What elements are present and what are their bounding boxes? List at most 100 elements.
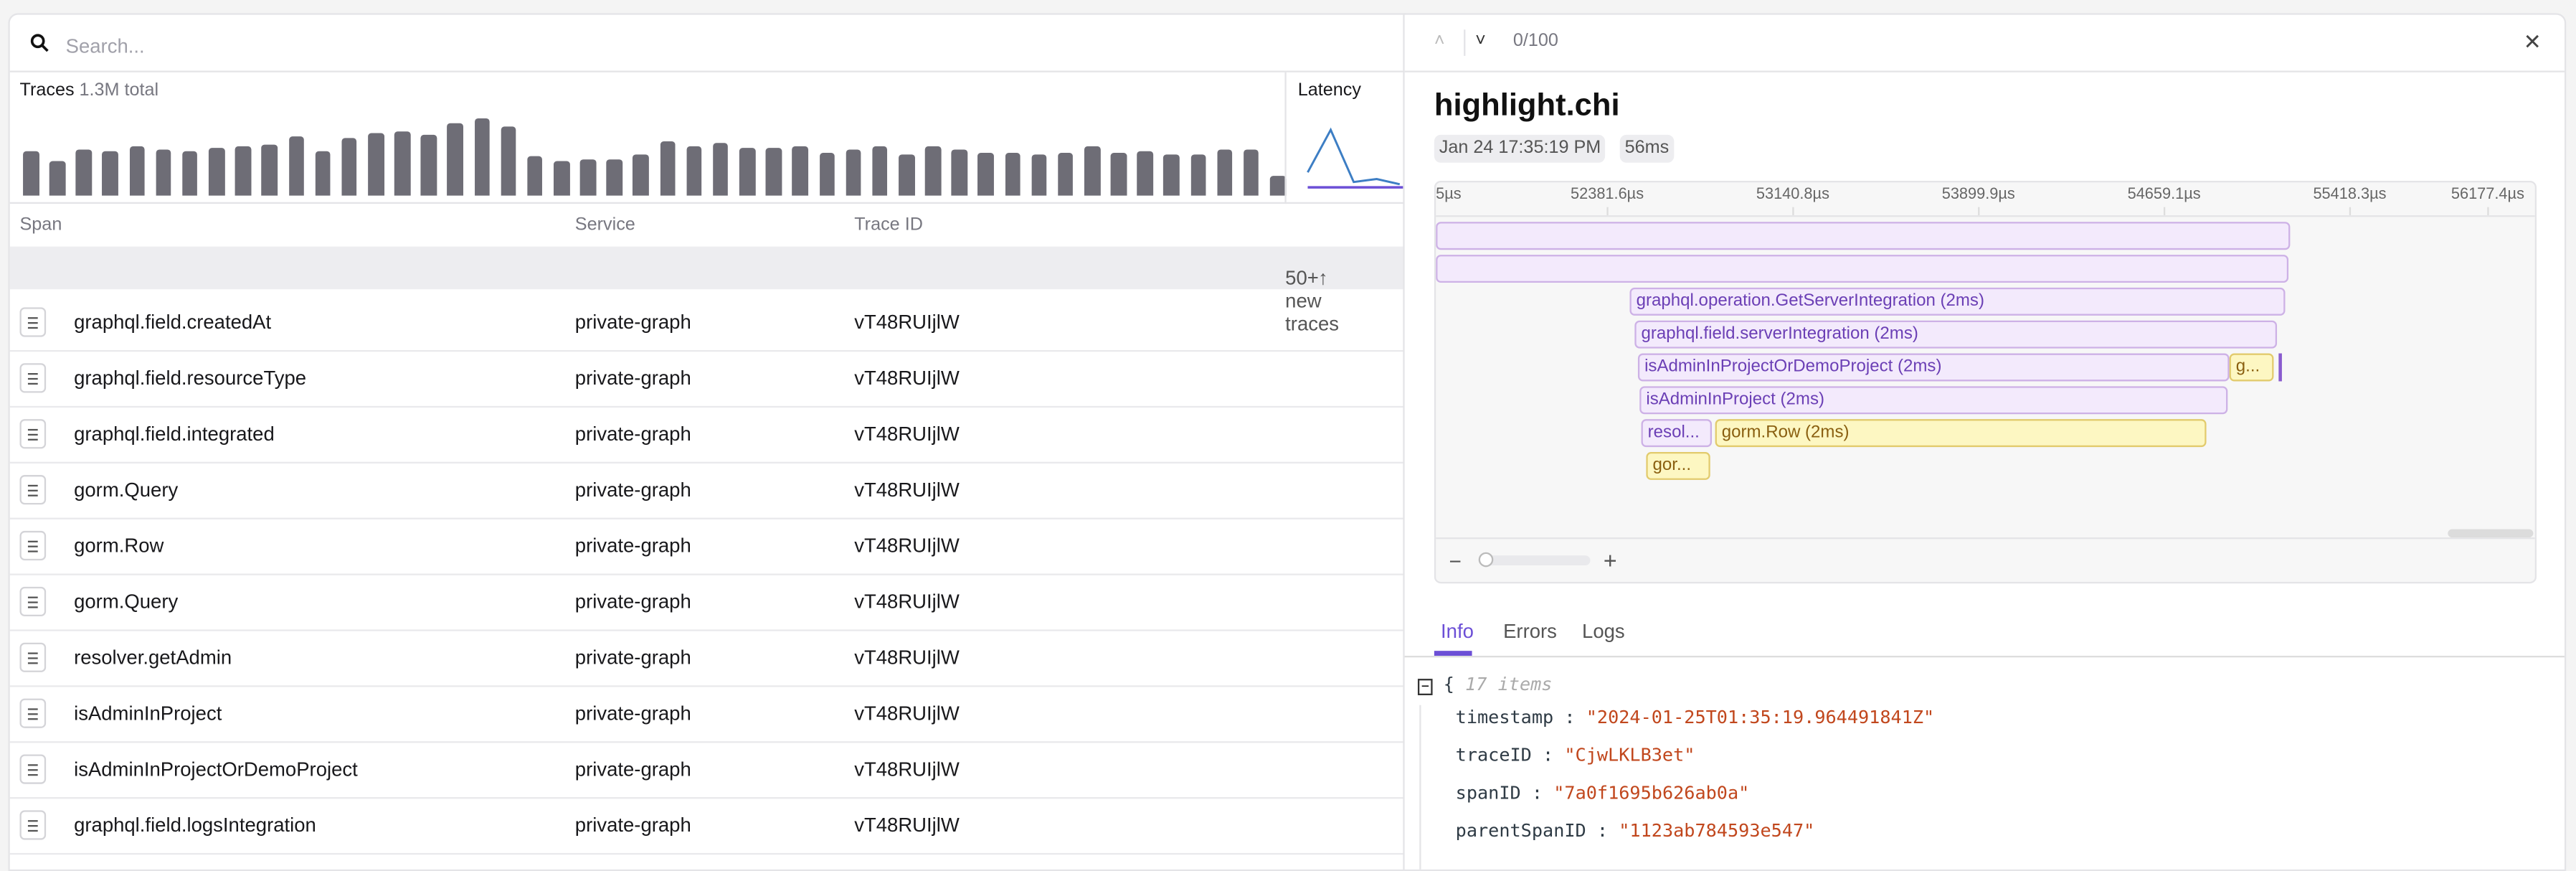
histogram-bar[interactable] [129, 146, 145, 195]
search-input[interactable] [62, 29, 1219, 62]
histogram-bar[interactable] [1244, 149, 1259, 196]
span-details-icon[interactable] [19, 699, 46, 728]
histogram-bar[interactable] [1137, 151, 1153, 195]
tab-logs[interactable]: Logs [1582, 620, 1625, 643]
histogram-bar[interactable] [846, 150, 861, 196]
histogram-bar[interactable] [899, 154, 914, 196]
histogram-bar[interactable] [686, 146, 702, 196]
latency-chart[interactable] [1298, 107, 1405, 199]
histogram-bar[interactable] [315, 151, 331, 195]
span-details-icon[interactable] [19, 754, 46, 783]
trace-span[interactable]: isAdminInProject (2ms) [1639, 386, 2227, 414]
json-value[interactable]: "7a0f1695b626ab0a" [1553, 782, 1749, 804]
table-row[interactable]: graphql.field.createdAtprivate-graphvT48… [10, 294, 1405, 352]
histogram-bar[interactable] [288, 136, 304, 196]
table-row[interactable]: graphql.field.integratedprivate-graphvT4… [10, 406, 1405, 463]
zoom-in-icon[interactable]: + [1604, 547, 1617, 574]
histogram-bar[interactable] [448, 123, 463, 196]
zoom-out-icon[interactable]: − [1449, 549, 1461, 573]
histogram-bar[interactable] [1005, 153, 1021, 196]
trace-span[interactable]: graphql.field.serverIntegration (2ms) [1634, 321, 2277, 349]
trace-span[interactable]: g... [2230, 354, 2274, 382]
histogram-bar[interactable] [739, 148, 755, 195]
table-row[interactable]: graphql.field.logsIntegrationprivate-gra… [10, 797, 1405, 854]
span-details-icon[interactable] [19, 531, 46, 560]
histogram-bar[interactable] [580, 160, 596, 196]
histogram-bar[interactable] [474, 118, 490, 196]
histogram-bar[interactable] [607, 159, 622, 196]
histogram-bar[interactable] [23, 151, 39, 195]
histogram-bar[interactable] [1164, 154, 1180, 196]
histogram-bar[interactable] [766, 149, 782, 196]
tab-info[interactable]: Info [1441, 620, 1474, 643]
json-value[interactable]: "CjwLKLB3et" [1564, 745, 1695, 766]
trace-span[interactable] [1436, 255, 2288, 283]
collapse-icon[interactable]: − [1418, 679, 1433, 695]
histogram-bar[interactable] [501, 127, 516, 196]
chevron-down-icon[interactable]: ˅ [1475, 32, 1486, 51]
histogram-bar[interactable] [421, 135, 437, 195]
histogram-bar[interactable] [1031, 154, 1047, 195]
table-row[interactable]: gorm.Queryprivate-graphvT48RUIjlW [10, 462, 1405, 519]
table-row[interactable]: resolver.getAdminprivate-graphvT48RUIjlW [10, 629, 1405, 687]
histogram-bar[interactable] [792, 146, 808, 196]
zoom-slider[interactable] [1479, 555, 1591, 565]
histogram-bar[interactable] [103, 151, 118, 196]
span-details-icon[interactable] [19, 475, 46, 504]
histogram-bar[interactable] [209, 147, 224, 195]
zoom-slider-handle[interactable] [1479, 552, 1494, 568]
histogram-bar[interactable] [952, 149, 967, 196]
histogram-bar[interactable] [1058, 154, 1074, 196]
histogram-bar[interactable] [368, 133, 384, 195]
histogram-bar[interactable] [49, 160, 65, 195]
histogram-bar[interactable] [235, 146, 251, 195]
table-row[interactable]: graphql.field.resourceTypeprivate-graphv… [10, 350, 1405, 408]
histogram-bar[interactable] [660, 141, 676, 196]
column-header-trace-id[interactable]: Trace ID [854, 215, 923, 235]
span-details-icon[interactable] [19, 307, 46, 336]
column-header-span[interactable]: Span [19, 215, 62, 235]
histogram-bar[interactable] [76, 149, 92, 196]
new-traces-banner[interactable]: ↑ 50+ new traces [10, 247, 1405, 290]
histogram-bar[interactable] [1270, 176, 1286, 196]
trace-span[interactable]: graphql.operation.GetServerIntegration (… [1629, 288, 2285, 316]
column-header-service[interactable]: Service [575, 215, 635, 235]
histogram-bar[interactable] [156, 149, 171, 196]
table-row[interactable]: gorm.Rowprivate-graphvT48RUIjlW [10, 518, 1405, 575]
trace-span[interactable]: gor... [1646, 452, 1710, 480]
table-row[interactable]: isAdminInProjectOrDemoProjectprivate-gra… [10, 741, 1405, 799]
histogram-bar[interactable] [1111, 152, 1127, 195]
histogram-bar[interactable] [633, 154, 649, 196]
span-details-icon[interactable] [19, 587, 46, 616]
span-details-icon[interactable] [19, 643, 46, 672]
trace-span[interactable]: resol... [1642, 419, 1713, 447]
span-details-icon[interactable] [19, 419, 46, 448]
histogram-bar[interactable] [925, 146, 941, 196]
histogram-bar[interactable] [1190, 155, 1206, 196]
json-value[interactable]: "2024-01-25T01:35:19.964491841Z" [1586, 707, 1934, 728]
chevron-up-icon[interactable]: ˄ [1434, 32, 1445, 51]
histogram-bar[interactable] [1217, 150, 1233, 196]
trace-span[interactable]: gorm.Row (2ms) [1715, 419, 2207, 447]
histogram-bar[interactable] [872, 146, 888, 196]
table-row[interactable]: gorm.Queryprivate-graphvT48RUIjlW [10, 573, 1405, 631]
close-icon[interactable]: ✕ [2524, 29, 2542, 56]
histogram-bar[interactable] [819, 152, 835, 195]
span-details-icon[interactable] [19, 810, 46, 839]
histogram-bar[interactable] [394, 131, 410, 196]
histogram-bar[interactable] [341, 138, 357, 195]
histogram-bar[interactable] [182, 151, 198, 195]
trace-span-marker[interactable] [2278, 354, 2282, 382]
histogram-bar[interactable] [713, 143, 729, 196]
traces-histogram[interactable] [10, 107, 1285, 196]
horizontal-scrollbar[interactable] [2448, 529, 2533, 537]
table-row[interactable]: isAdminInProjectprivate-graphvT48RUIjlW [10, 685, 1405, 743]
span-details-icon[interactable] [19, 363, 46, 392]
trace-span[interactable] [1436, 222, 2290, 250]
histogram-bar[interactable] [262, 144, 278, 196]
histogram-bar[interactable] [554, 161, 569, 196]
histogram-bar[interactable] [527, 156, 543, 195]
histogram-bar[interactable] [1084, 146, 1100, 196]
tab-errors[interactable]: Errors [1503, 620, 1557, 643]
trace-span[interactable]: isAdminInProjectOrDemoProject (2ms) [1638, 354, 2230, 382]
